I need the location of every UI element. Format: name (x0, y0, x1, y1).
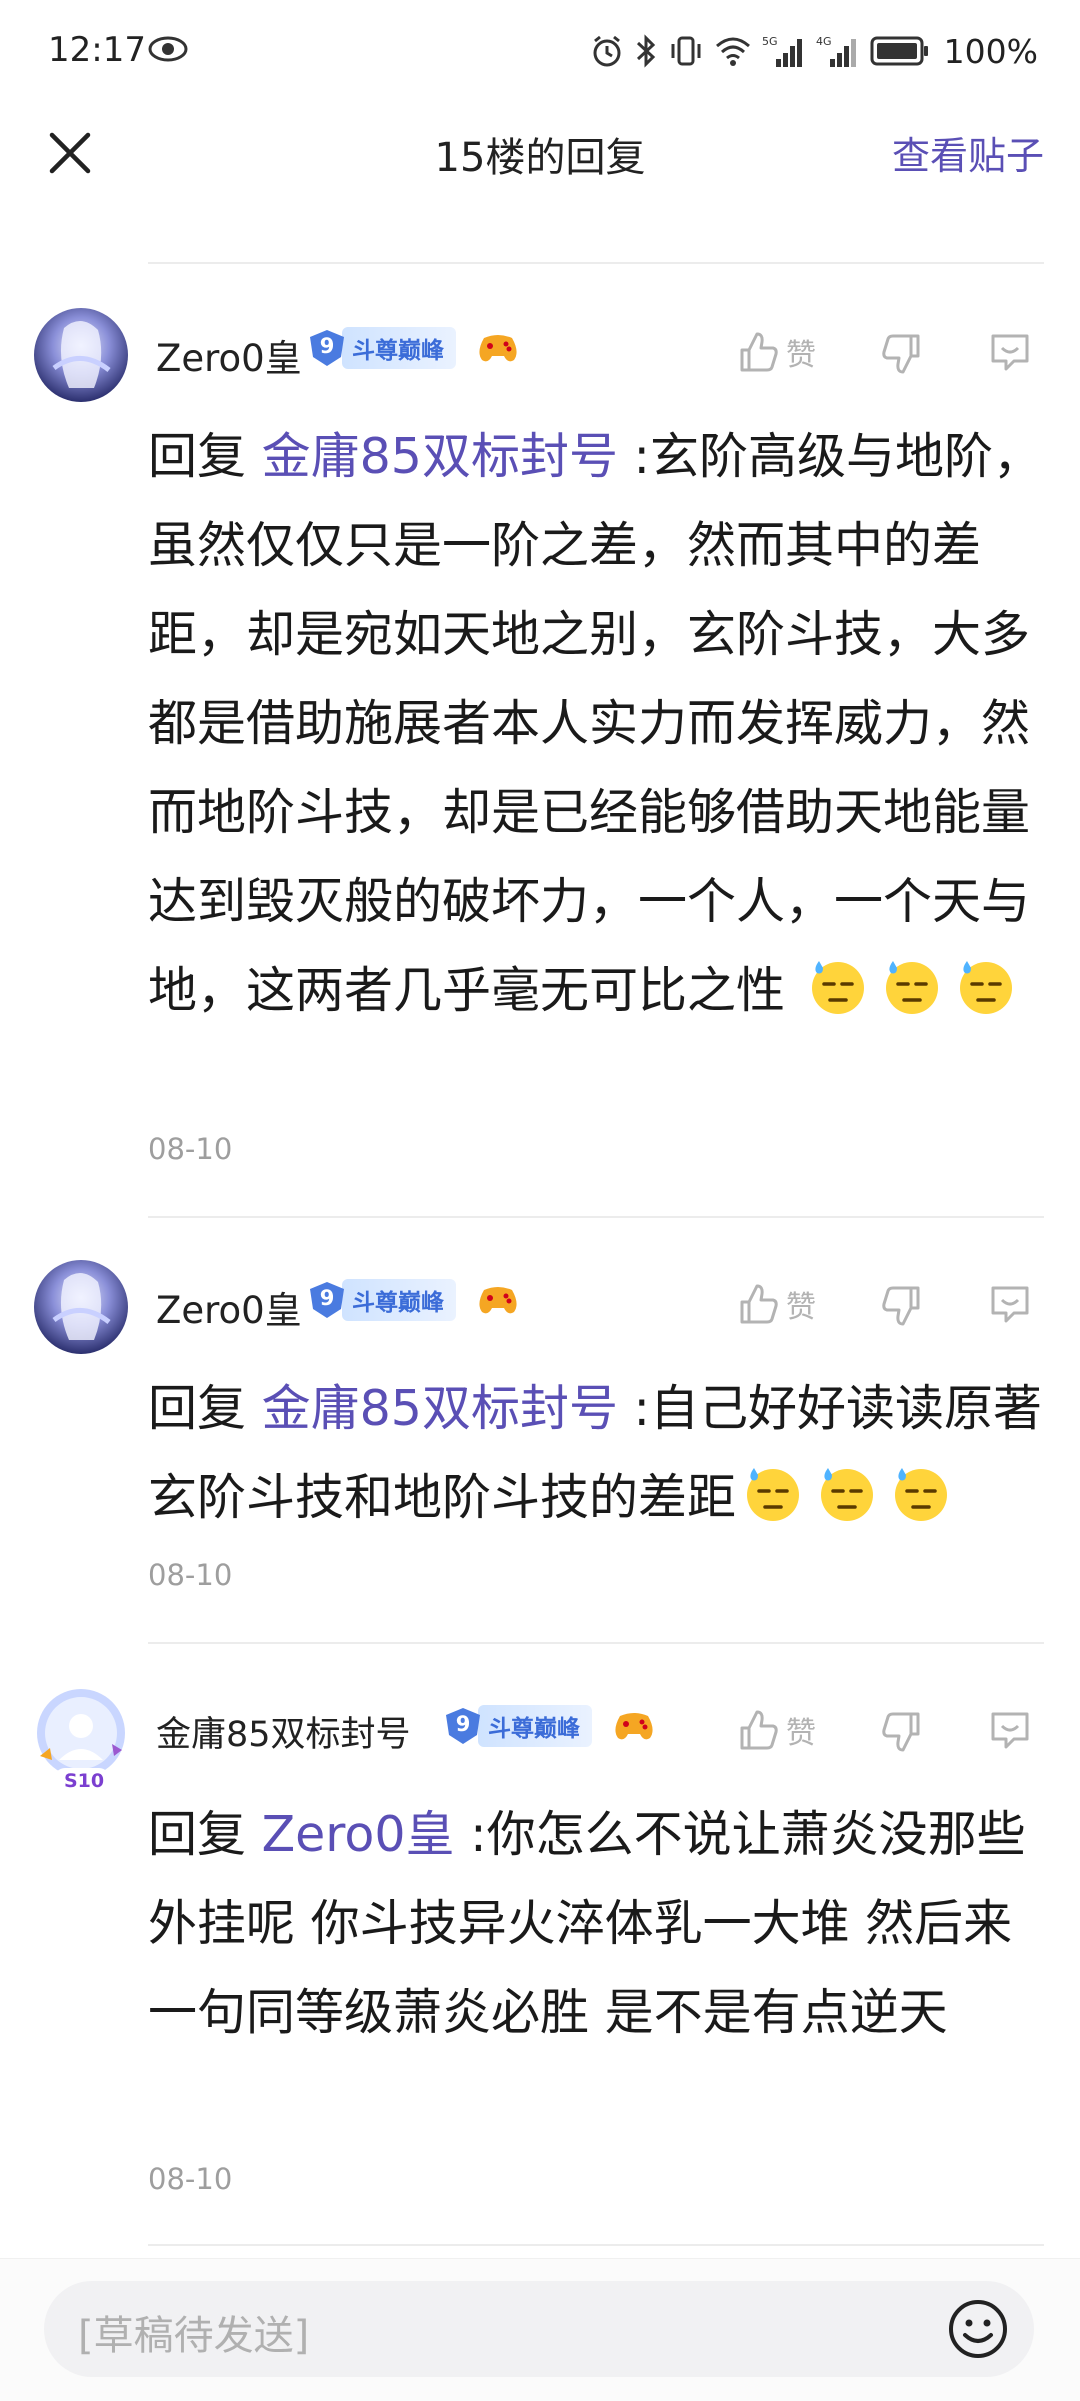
sweat-emoji (742, 1462, 804, 1524)
reply-word: 回复 (148, 428, 247, 485)
comment-icon (991, 1286, 1029, 1323)
status-time: 12:17 (48, 30, 146, 70)
reply-button[interactable] (988, 330, 1032, 374)
comment-body: 回复 Zero0皇 :你怎么不说让萧炎没那些外挂呢 你斗技异火淬体乳一大堆 然后… (148, 1790, 1053, 2057)
comment-date: 08-10 (148, 1132, 233, 1166)
divider (148, 262, 1044, 264)
game-controller-icon (476, 1282, 520, 1318)
bluetooth-icon (634, 33, 658, 69)
like-button[interactable]: 赞 (736, 1708, 816, 1752)
comment-text: :玄阶高级与地阶，虽然仅仅只是一阶之差，然而其中的差距，却是宛如天地之别，玄阶斗… (148, 428, 1043, 1019)
thumbs-up-icon (740, 332, 778, 372)
divider (148, 2244, 1044, 2246)
comment-body: 回复 金庸85双标封号 :自己好好读读原著玄阶斗技和地阶斗技的差距 (148, 1364, 1053, 1542)
signal-icon-5g: 5G (762, 33, 806, 69)
sweat-emoji (807, 955, 869, 1017)
svg-text:4G: 4G (816, 35, 832, 48)
reply-target-link[interactable]: 金庸85双标封号 (262, 1380, 618, 1437)
signal-icon-4g: 4G (816, 33, 860, 69)
level-title: 斗尊巅峰 (342, 1279, 456, 1321)
level-number: 9 (319, 1286, 335, 1310)
alarm-icon (590, 34, 624, 68)
comment-date: 08-10 (148, 1558, 233, 1592)
status-bar: 12:17 5G 4G 100% (0, 0, 1080, 105)
sweat-emoji (890, 1462, 952, 1524)
comment-icon (991, 334, 1029, 371)
like-label: 赞 (786, 338, 816, 373)
composer-bar: [草稿待发送] (0, 2258, 1080, 2401)
reply-word: 回复 (148, 1380, 247, 1437)
game-controller-icon (612, 1708, 656, 1744)
eye-icon (148, 36, 188, 66)
username[interactable]: Zero0皇 (156, 328, 302, 382)
reply-button[interactable] (988, 1708, 1032, 1752)
battery-icon (870, 35, 930, 67)
dislike-button[interactable] (880, 332, 924, 376)
reply-target-link[interactable]: Zero0皇 (262, 1806, 455, 1863)
level-badge: 9 斗尊巅峰 (308, 1279, 456, 1321)
wifi-icon (714, 34, 752, 68)
dislike-button[interactable] (880, 1284, 924, 1328)
avatar[interactable]: S10 (34, 1686, 128, 1792)
battery-percent: 100% (943, 31, 1038, 71)
avatar-badge: S10 (64, 1770, 105, 1792)
title-bar: 15楼的回复 查看贴子 (0, 105, 1080, 245)
avatar[interactable] (34, 308, 128, 402)
level-title: 斗尊巅峰 (342, 327, 456, 369)
like-label: 赞 (786, 1290, 816, 1325)
reply-input-placeholder: [草稿待发送] (78, 2313, 310, 2359)
like-button[interactable]: 赞 (736, 330, 816, 374)
level-badge: 9 斗尊巅峰 (308, 327, 456, 369)
thumbs-down-icon (882, 334, 920, 374)
comment-icon (991, 1712, 1029, 1749)
thumbs-up-icon (740, 1284, 778, 1324)
dislike-button[interactable] (880, 1710, 924, 1754)
level-title: 斗尊巅峰 (478, 1705, 592, 1747)
username[interactable]: 金庸85双标封号 (156, 1706, 411, 1757)
reply-word: 回复 (148, 1806, 247, 1863)
reply-target-link[interactable]: 金庸85双标封号 (262, 428, 618, 485)
username[interactable]: Zero0皇 (156, 1280, 302, 1334)
comment-date: 08-10 (148, 2162, 233, 2196)
avatar[interactable] (34, 1260, 128, 1354)
view-post-link[interactable]: 查看贴子 (892, 125, 1044, 180)
thumbs-down-icon (882, 1712, 920, 1752)
vibrate-icon (668, 33, 704, 69)
svg-text:5G: 5G (762, 35, 778, 48)
reply-button[interactable] (988, 1282, 1032, 1326)
thumbs-up-icon (740, 1710, 778, 1750)
level-number: 9 (455, 1712, 471, 1736)
like-button[interactable]: 赞 (736, 1282, 816, 1326)
sweat-emoji (955, 955, 1017, 1017)
smiley-icon[interactable] (946, 2297, 1010, 2361)
status-icons: 5G 4G 100% (590, 28, 1038, 74)
divider (148, 1642, 1044, 1644)
reply-input[interactable]: [草稿待发送] (44, 2281, 1034, 2377)
divider (148, 1216, 1044, 1218)
thumbs-down-icon (882, 1286, 920, 1326)
game-controller-icon (476, 330, 520, 366)
like-label: 赞 (786, 1716, 816, 1751)
sweat-emoji (881, 955, 943, 1017)
sweat-emoji (816, 1462, 878, 1524)
level-number: 9 (319, 334, 335, 358)
comment-body: 回复 金庸85双标封号 :玄阶高级与地阶，虽然仅仅只是一阶之差，然而其中的差距，… (148, 412, 1053, 1035)
level-badge: 9 斗尊巅峰 (444, 1705, 592, 1747)
